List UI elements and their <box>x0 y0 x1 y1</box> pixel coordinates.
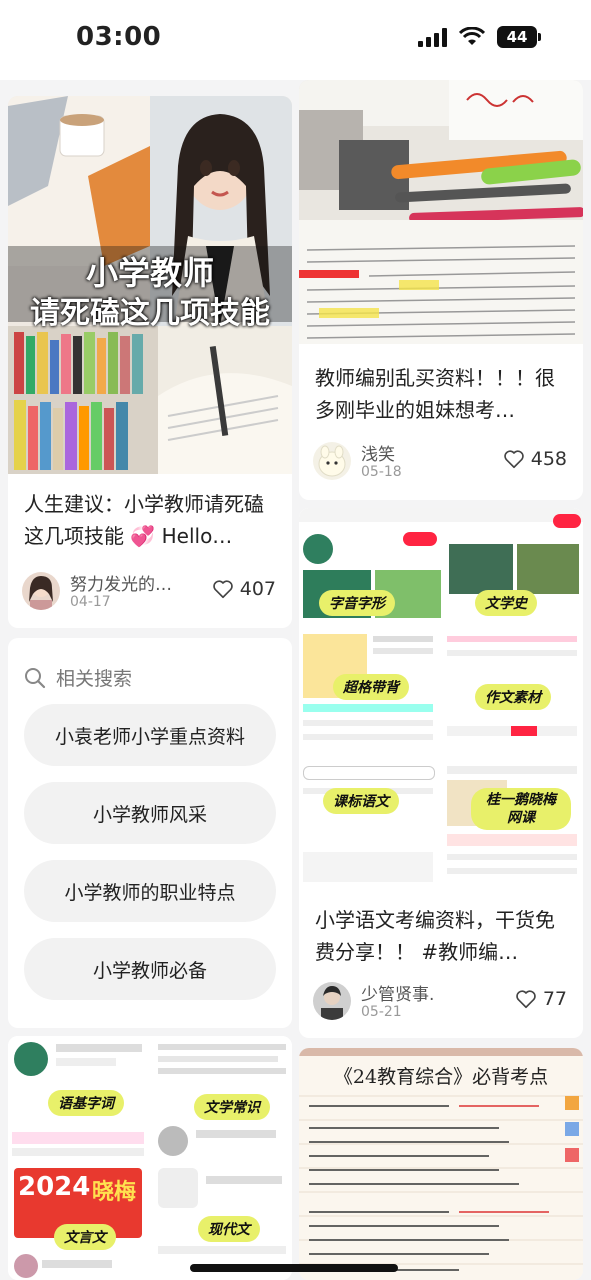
note-card[interactable]: 小学教师 请死磕这几项技能 人生建议：小学教师请死磕这几项技能 💞 Hello…… <box>8 96 292 628</box>
avatar[interactable] <box>313 982 351 1020</box>
like-count: 458 <box>530 448 567 470</box>
related-search-item[interactable]: 小学教师必备 <box>24 938 276 1000</box>
collage-panel: 2024 晓梅 <box>8 1162 148 1280</box>
cover-title: 《24教育综合》必背考点 <box>333 1066 549 1088</box>
note-title[interactable]: 教师编别乱买资料！！！很多刚毕业的姐妹想考… <box>315 362 571 426</box>
status-bar: 03:00 44 <box>0 0 591 80</box>
note-cover[interactable]: 2024 晓梅 语基字词 文学常识 文言文 现代文 <box>8 1036 292 1280</box>
avatar[interactable] <box>22 572 60 610</box>
note-meta: 少管贤事. 05-21 77 <box>313 978 571 1026</box>
battery-icon: 44 <box>497 26 541 48</box>
collage-year: 2024 <box>18 1172 91 1202</box>
collage-tag: 字音字形 <box>319 590 395 616</box>
heart-icon <box>212 580 233 599</box>
note-title[interactable]: 小学语文考编资料，干货免费分享！！ #教师编… <box>315 904 571 968</box>
signal-icon <box>418 27 447 47</box>
cover-text-2: 请死磕这几项技能 <box>30 296 270 331</box>
note-cover[interactable]: 字音字形 文学史 超格带背 作文素材 课标语文 桂一鹅晓梅网课 <box>299 508 583 890</box>
like-button[interactable]: 407 <box>212 578 276 600</box>
collage-tag: 超格带背 <box>333 674 409 700</box>
collage-panel <box>299 762 439 890</box>
collage-tag: 文学常识 <box>194 1094 270 1120</box>
related-search-item[interactable]: 小学教师的职业特点 <box>24 860 276 922</box>
heart-icon <box>503 450 524 469</box>
post-date: 05-18 <box>361 464 402 480</box>
like-button[interactable]: 77 <box>515 988 567 1010</box>
collage-tag: 作文素材 <box>475 684 551 710</box>
battery-level: 44 <box>506 28 528 46</box>
like-count: 77 <box>542 988 567 1010</box>
post-date: 05-21 <box>361 1004 402 1020</box>
collage-tag: 现代文 <box>198 1216 260 1242</box>
feed-column-right: 教师编别乱买资料！！！很多刚毕业的姐妹想考… 浅笑 05-18 458 字音字形… <box>299 80 591 1280</box>
note-card[interactable]: 字音字形 文学史 超格带背 作文素材 课标语文 桂一鹅晓梅网课 小学语文考编资料… <box>299 508 583 1038</box>
note-card[interactable]: 2024 晓梅 语基字词 文学常识 文言文 现代文 <box>8 1036 292 1280</box>
note-cover[interactable]: 小学教师 请死磕这几项技能 <box>8 96 292 474</box>
collage-tag: 文学史 <box>475 590 537 616</box>
author-name[interactable]: 少管贤事. <box>361 980 434 1005</box>
author-name[interactable]: 浅笑 <box>361 440 395 465</box>
note-cover[interactable]: 《24教育综合》必背考点 <box>299 1048 583 1280</box>
note-card[interactable]: 教师编别乱买资料！！！很多刚毕业的姐妹想考… 浅笑 05-18 458 <box>299 80 583 500</box>
wifi-icon <box>459 27 485 45</box>
note-cover[interactable] <box>299 80 583 344</box>
note-meta: 努力发光的… 04-17 407 <box>22 568 280 616</box>
collage-tag: 语基字词 <box>48 1090 124 1116</box>
status-icons: 44 <box>418 26 541 48</box>
note-meta: 浅笑 05-18 458 <box>313 438 571 486</box>
cover-image <box>299 80 583 344</box>
like-button[interactable]: 458 <box>503 448 567 470</box>
related-search-title: 相关搜索 <box>56 668 133 690</box>
post-date: 04-17 <box>70 594 111 610</box>
related-search-item[interactable]: 小袁老师小学重点资料 <box>24 704 276 766</box>
collage-tag: 桂一鹅晓梅网课 <box>471 788 571 830</box>
related-search-header: 相关搜索 <box>24 664 132 691</box>
collage-tag: 课标语文 <box>323 788 399 814</box>
author-name[interactable]: 努力发光的… <box>70 570 172 595</box>
collage-tag: 文言文 <box>54 1224 116 1250</box>
note-card[interactable]: 《24教育综合》必背考点 <box>299 1048 583 1280</box>
avatar[interactable] <box>313 442 351 480</box>
search-icon <box>25 667 46 688</box>
heart-icon <box>516 990 536 1009</box>
note-title[interactable]: 人生建议：小学教师请死磕这几项技能 💞 Hello… <box>24 488 280 552</box>
status-time: 03:00 <box>76 22 162 52</box>
like-count: 407 <box>239 578 276 600</box>
related-search-panel: 相关搜索 小袁老师小学重点资料 小学教师风采 小学教师的职业特点 小学教师必备 <box>8 638 292 1028</box>
collage-name: 晓梅 <box>92 1180 137 1205</box>
feed-column-left: 小学教师 请死磕这几项技能 人生建议：小学教师请死磕这几项技能 💞 Hello…… <box>0 80 292 1280</box>
home-indicator[interactable] <box>190 1264 398 1272</box>
related-search-item[interactable]: 小学教师风采 <box>24 782 276 844</box>
